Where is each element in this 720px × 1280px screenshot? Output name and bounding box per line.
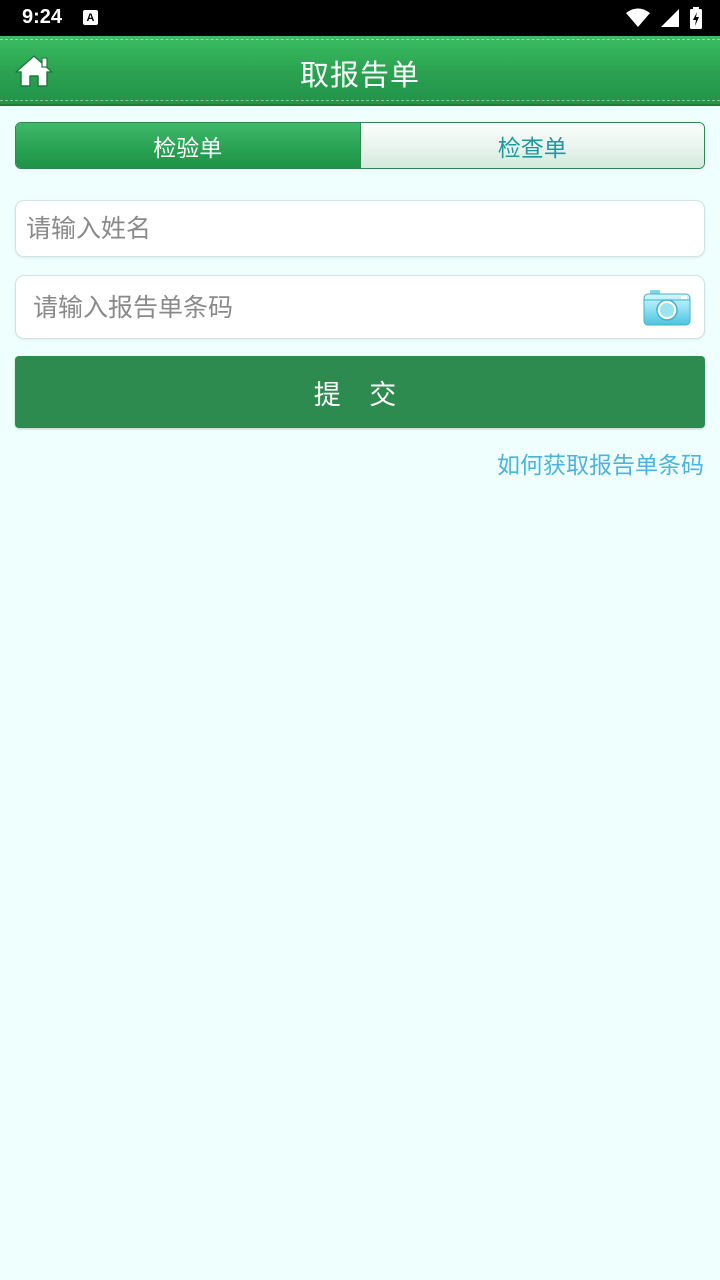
barcode-help-link[interactable]: 如何获取报告单条码 <box>497 446 704 480</box>
app-header: 取报告单 <box>0 36 720 106</box>
submit-button[interactable]: 提 交 <box>15 356 705 428</box>
tab-exam-report[interactable]: 检查单 <box>360 123 704 168</box>
scan-barcode-button[interactable] <box>643 289 691 326</box>
signal-icon <box>661 9 679 27</box>
page-title: 取报告单 <box>299 58 420 92</box>
name-field-container <box>15 200 705 257</box>
report-type-tabs: 检验单 检查单 <box>15 122 705 169</box>
camera-icon <box>643 290 691 326</box>
status-icons <box>626 6 702 30</box>
tab-lab-report[interactable]: 检验单 <box>16 123 361 168</box>
status-time: 9:24 <box>22 6 63 28</box>
barcode-field-container <box>15 275 705 339</box>
name-input[interactable] <box>26 201 704 256</box>
status-bar: 9:24 A <box>0 0 720 36</box>
battery-icon <box>690 7 702 29</box>
notification-a-icon: A <box>83 10 98 25</box>
wifi-icon <box>626 8 650 27</box>
barcode-input[interactable] <box>33 276 634 338</box>
